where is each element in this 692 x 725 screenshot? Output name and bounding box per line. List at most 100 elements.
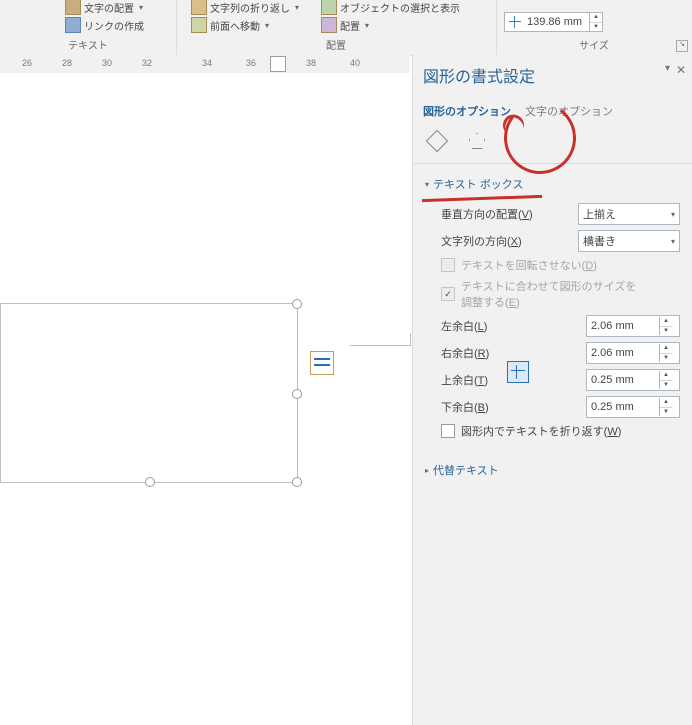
bottom-margin-spinner[interactable]: ▲▼ [659,398,672,416]
ribbon-group-align: 文字列の折り返し ▾ 前面へ移動 ▾ オブジェクトの選択と表示 配置 ▾ 配置 [176,0,497,55]
fill-outline-icon[interactable] [427,131,447,151]
valign-value: 上揃え [583,206,616,222]
section-alttext-title: 代替テキスト [433,462,499,478]
left-margin-box[interactable]: ▲▼ [586,315,680,337]
chk-norotate-label: テキストを回転させない(D) [461,257,597,273]
pane-title: 図形の書式設定 [423,69,535,86]
resize-handle[interactable] [292,299,302,309]
select-objects-button[interactable]: オブジェクトの選択と表示 [318,0,463,16]
align-button[interactable]: 配置 ▾ [318,16,372,34]
layout-properties-icon[interactable] [507,361,529,383]
chk-wrap-label: 図形内でテキストを折り返す(W) [461,423,621,439]
ribbon-group-text: 文字の配置 ▾ リンクの作成 テキスト [0,0,177,55]
right-margin-box[interactable]: ▲▼ [586,342,680,364]
align-label: 配置 [340,18,360,33]
textdir-value: 横書き [583,233,616,249]
bottom-margin-label: 下余白(B) [441,399,489,415]
checkbox-icon [441,258,455,272]
page-corner [350,333,411,346]
left-margin-input[interactable] [587,320,659,332]
section-alttext-header[interactable]: ▸ 代替テキスト [425,456,680,484]
ruler-tick: 30 [102,58,112,68]
width-icon [507,14,523,30]
size-dialog-launcher[interactable]: ↘ [676,40,688,52]
chevron-down-icon: ▾ [671,237,675,246]
align-icon [321,17,337,33]
left-margin-spinner[interactable]: ▲▼ [659,317,672,335]
chevron-down-icon: ▾ [365,21,369,30]
bottom-margin-box[interactable]: ▲▼ [586,396,680,418]
bring-forward-label: 前面へ移動 [210,18,260,33]
text-layout-icon [65,0,81,15]
pane-tabs: 図形のオプション 文字のオプション [413,99,692,125]
link-icon [65,17,81,33]
text-layout-label: 文字の配置 [84,0,134,15]
ruler-tick: 40 [350,58,360,68]
ruler-tick: 36 [246,58,256,68]
valign-combo[interactable]: 上揃え ▾ [578,203,680,225]
section-alttext: ▸ 代替テキスト [413,450,692,490]
ribbon: 文字の配置 ▾ リンクの作成 テキスト 文字列の折り返し ▾ 前面へ移動 ▾ オ… [0,0,692,56]
create-link-button[interactable]: リンクの作成 [62,16,147,34]
wrap-text-label: 文字列の折り返し [210,0,290,15]
resize-handle[interactable] [292,389,302,399]
top-margin-spinner[interactable]: ▲▼ [659,371,672,389]
chevron-down-icon: ▾ [295,3,299,12]
size-width-input[interactable] [525,14,589,30]
chevron-down-icon: ▾ [671,210,675,219]
ruler-tick: 28 [62,58,72,68]
ribbon-group-text-label: テキスト [0,37,176,52]
top-margin-label: 上余白(T) [441,372,488,388]
ruler-tick: 34 [202,58,212,68]
resize-handle[interactable] [145,477,155,487]
format-shape-pane: 図形の書式設定 ▾ ✕ 図形のオプション 文字のオプション ▾ テキスト ボック… [412,55,692,725]
selection-pane-icon [321,0,337,15]
pane-category-icons [413,125,692,164]
horizontal-ruler[interactable]: 26 28 30 32 34 36 38 40 [0,55,410,74]
top-margin-input[interactable] [587,374,659,386]
wrap-text-button[interactable]: 文字列の折り返し ▾ [188,0,302,16]
section-textbox: ▾ テキスト ボックス 垂直方向の配置(V) 上揃え ▾ 文字列の方向(X) 横… [413,164,692,450]
textdir-label: 文字列の方向(X) [441,233,522,249]
chk-autofit[interactable]: テキストに合わせて図形のサイズを調整する(E) [441,278,680,310]
chk-wrap-inside[interactable]: 図形内でテキストを折り返す(W) [441,423,680,439]
expand-icon: ▸ [425,466,429,475]
left-margin-label: 左余白(L) [441,318,487,334]
pane-options-icon[interactable]: ▾ [665,63,670,74]
size-width-box[interactable]: ▲▼ [504,12,603,32]
chk-norotate: テキストを回転させない(D) [441,257,680,273]
section-textbox-title: テキスト ボックス [433,176,523,192]
create-link-label: リンクの作成 [84,18,144,33]
wrap-text-icon [191,0,207,15]
ruler-tick: 32 [142,58,152,68]
ruler-tick: 26 [22,58,32,68]
ribbon-group-size: ▲▼ サイズ ↘ [496,0,692,55]
bring-forward-button[interactable]: 前面へ移動 ▾ [188,16,272,34]
ruler-indent-marker[interactable] [270,56,286,72]
layout-options-icon[interactable] [310,351,334,375]
textdir-combo[interactable]: 横書き ▾ [578,230,680,252]
right-margin-input[interactable] [587,347,659,359]
close-icon[interactable]: ✕ [676,63,686,77]
document-canvas[interactable]: ようこそ!! [0,73,410,725]
right-margin-spinner[interactable]: ▲▼ [659,344,672,362]
ribbon-group-size-label: サイズ [496,37,692,52]
chevron-down-icon: ▾ [139,3,143,12]
valign-label: 垂直方向の配置(V) [441,206,533,222]
tab-text-options[interactable]: 文字のオプション [525,103,613,119]
ruler-tick: 38 [306,58,316,68]
text-layout-button[interactable]: 文字の配置 ▾ [62,0,146,16]
checkbox-icon [441,424,455,438]
selected-textbox[interactable] [0,303,298,483]
size-width-spinner[interactable]: ▲▼ [589,13,602,31]
checkbox-icon [441,287,455,301]
section-textbox-header[interactable]: ▾ テキスト ボックス [425,170,680,198]
chevron-down-icon: ▾ [265,21,269,30]
pane-header: 図形の書式設定 ▾ ✕ [413,55,692,99]
select-objects-label: オブジェクトの選択と表示 [340,0,460,15]
effects-icon[interactable] [467,131,487,151]
bottom-margin-input[interactable] [587,401,659,413]
tab-shape-options[interactable]: 図形のオプション [423,103,511,119]
resize-handle[interactable] [292,477,302,487]
top-margin-box[interactable]: ▲▼ [586,369,680,391]
